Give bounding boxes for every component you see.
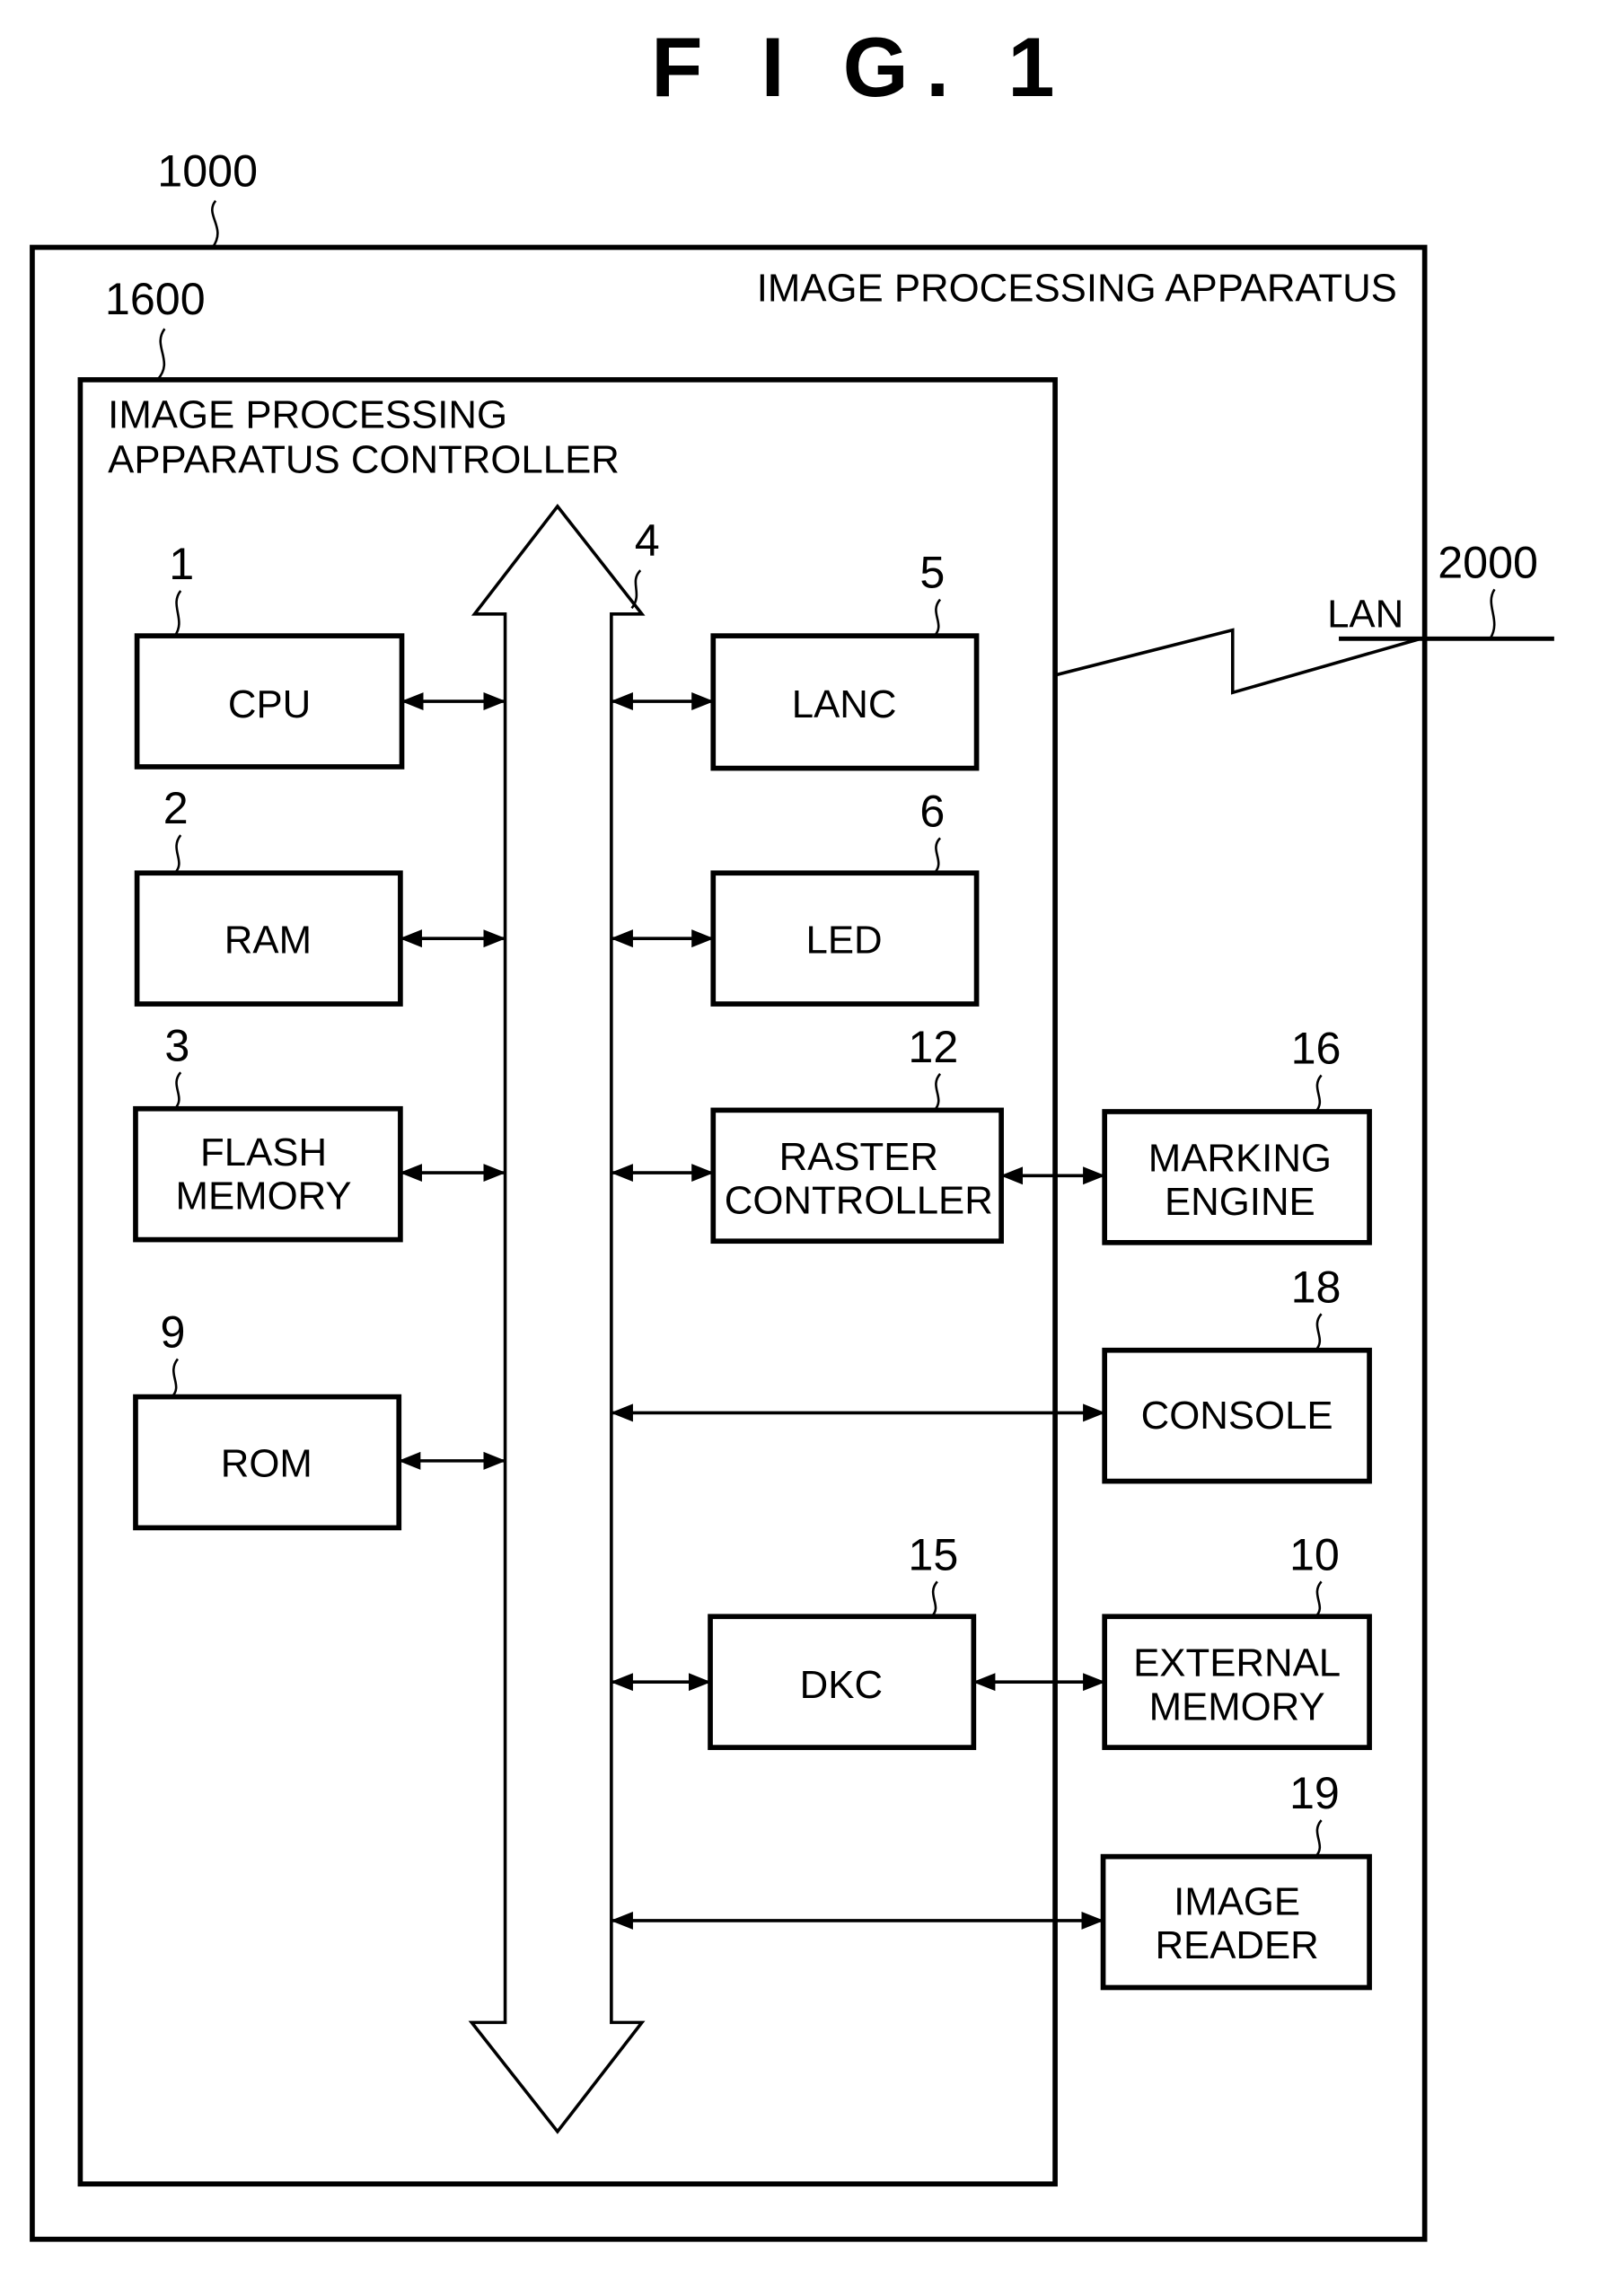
- lan-label: LAN: [1327, 592, 1403, 636]
- raster-ref: 12: [908, 1022, 958, 1072]
- flash-label-line1: FLASH: [200, 1130, 327, 1174]
- dkc-ref: 15: [908, 1529, 958, 1579]
- led-ref: 6: [919, 786, 945, 836]
- flash-ref: 3: [164, 1020, 189, 1070]
- lanc-leader: [933, 598, 942, 638]
- console-leader: [1315, 1313, 1323, 1351]
- block-diagram: F I G. 1 1000 IMAGE PROCESSING APPARATUS…: [30, 20, 1554, 2242]
- led-label: LED: [806, 918, 883, 962]
- dkc-leader: [930, 1580, 938, 1618]
- raster-label-line1: RASTER: [779, 1135, 938, 1179]
- console-ref: 18: [1291, 1262, 1341, 1312]
- reader-leader: [1315, 1819, 1323, 1858]
- marking-leader: [1315, 1074, 1323, 1113]
- marking-label-line2: ENGINE: [1165, 1180, 1315, 1224]
- figure-title: F I G. 1: [651, 20, 1072, 114]
- block-flash-memory: 3 FLASH MEMORY: [133, 1020, 403, 1243]
- controller-label-line2: APPARATUS CONTROLLER: [108, 438, 620, 482]
- block-lanc: 5 LANC: [710, 548, 980, 771]
- block-rom: 9 ROM: [133, 1306, 402, 1531]
- reader-ref: 19: [1289, 1768, 1340, 1818]
- flash-label-line2: MEMORY: [176, 1174, 352, 1218]
- block-led: 6 LED: [710, 786, 980, 1007]
- apparatus-label: IMAGE PROCESSING APPARATUS: [757, 266, 1397, 310]
- flash-leader: [173, 1071, 182, 1110]
- lanc-ref: 5: [919, 548, 945, 598]
- network-ref: 2000: [1438, 537, 1538, 587]
- block-console: 18 CONSOLE: [1102, 1262, 1372, 1484]
- block-dkc: 15 DKC: [708, 1529, 977, 1750]
- block-marking-engine: 16 MARKING ENGINE: [1102, 1024, 1372, 1245]
- extmem-label-line2: MEMORY: [1149, 1685, 1325, 1729]
- network-leader: [1489, 588, 1496, 640]
- ram-label: RAM: [224, 918, 312, 962]
- dkc-label: DKC: [800, 1663, 883, 1707]
- controller-label-line1: IMAGE PROCESSING: [108, 392, 507, 436]
- apparatus-ref: 1000: [157, 145, 258, 196]
- console-label: CONSOLE: [1141, 1394, 1333, 1438]
- ram-leader: [173, 834, 182, 875]
- controller-ref: 1600: [105, 274, 206, 324]
- extmem-ref: 10: [1289, 1529, 1340, 1579]
- block-external-memory: 10 EXTERNAL MEMORY: [1102, 1529, 1372, 1750]
- marking-label-line1: MARKING: [1148, 1136, 1332, 1180]
- block-image-reader: 19 IMAGE READER: [1100, 1768, 1372, 1991]
- cpu-ref: 1: [169, 539, 194, 589]
- ram-ref: 2: [163, 783, 189, 833]
- raster-label-line2: CONTROLLER: [725, 1178, 993, 1222]
- lanc-label: LANC: [792, 682, 897, 726]
- rom-label: ROM: [221, 1442, 312, 1486]
- rom-ref: 9: [161, 1306, 186, 1357]
- block-ram: 2 RAM: [134, 783, 403, 1007]
- block-raster-controller: 12 RASTER CONTROLLER: [710, 1022, 1004, 1245]
- cpu-label: CPU: [228, 682, 311, 726]
- reader-label-line2: READER: [1155, 1923, 1318, 1967]
- bus-ref: 4: [635, 515, 660, 566]
- led-leader: [933, 837, 942, 875]
- system-bus-arrow: [468, 503, 646, 2134]
- raster-leader: [933, 1072, 942, 1112]
- cpu-leader: [173, 590, 182, 637]
- apparatus-leader: [211, 199, 219, 249]
- marking-ref: 16: [1291, 1024, 1341, 1074]
- reader-label-line1: IMAGE: [1174, 1879, 1300, 1923]
- extmem-label-line1: EXTERNAL: [1133, 1641, 1341, 1685]
- rom-leader: [171, 1358, 180, 1398]
- controller-leader: [156, 328, 166, 381]
- block-cpu: 1 CPU: [134, 539, 405, 770]
- extmem-leader: [1315, 1580, 1323, 1618]
